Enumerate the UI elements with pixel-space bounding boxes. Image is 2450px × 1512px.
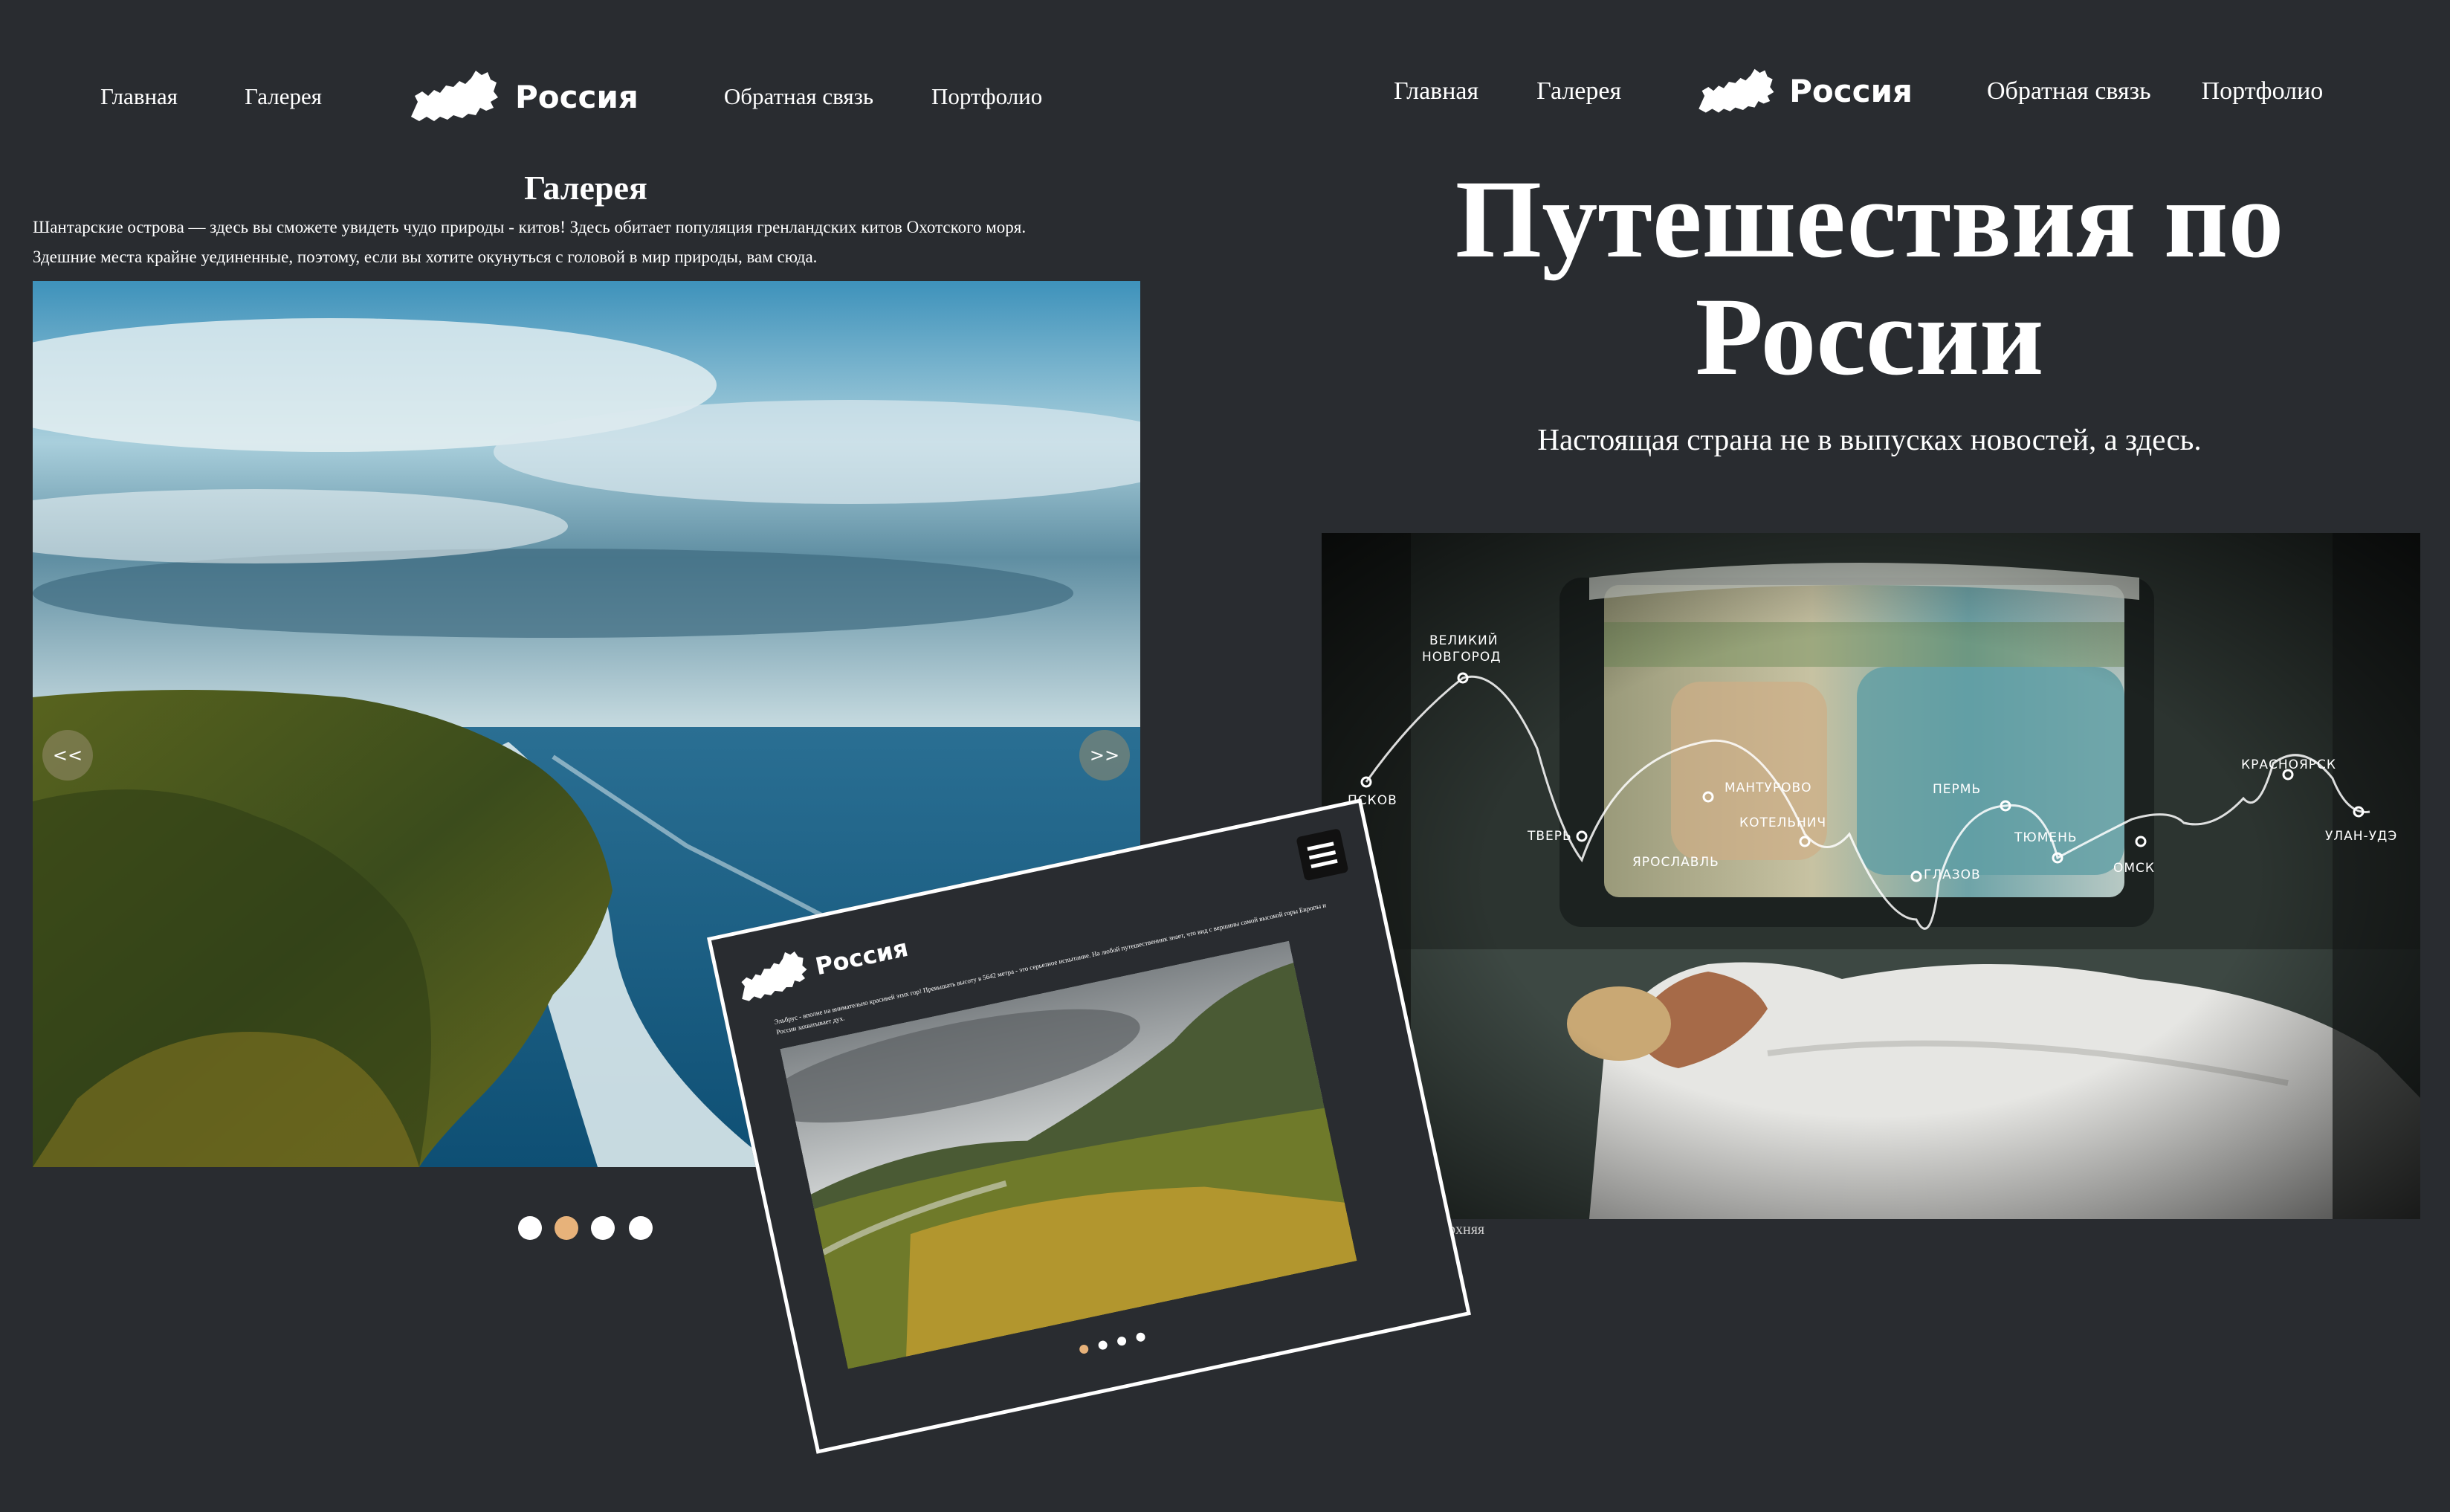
route-city-tyumen: ТЮМЕНЬ: [2014, 830, 2078, 845]
slider-dot-2-active[interactable]: [555, 1216, 578, 1240]
brand-name: Россия: [1789, 73, 1913, 109]
route-city-krasnoyarsk: КРАСНОЯРСК: [2241, 757, 2336, 772]
hero-title-line1: Путешествия по: [1455, 158, 2284, 281]
mobile-slider-dot-4[interactable]: [1135, 1331, 1146, 1343]
route-city-manturovo: МАНТУРОВО: [1725, 781, 1812, 795]
hero-subtitle: Настоящая страна не в выпусках новостей,…: [1537, 422, 2202, 456]
slider-dot-3[interactable]: [591, 1216, 615, 1240]
slider-dot-4[interactable]: [629, 1216, 653, 1240]
hero-title-line2: России: [1695, 275, 2044, 398]
mobile-slider-dot-1-active[interactable]: [1079, 1343, 1090, 1355]
mobile-slider-dot-3[interactable]: [1116, 1336, 1128, 1347]
route-city-velikiy: ВЕЛИКИЙ: [1429, 632, 1498, 648]
route-city-tver: ТВЕРЬ: [1527, 829, 1572, 844]
route-city-perm: ПЕРМЬ: [1933, 782, 1981, 797]
route-city-omsk: ОМСК: [2113, 861, 2155, 876]
nav-portfolio-link[interactable]: Портфолио: [931, 83, 1042, 110]
left-nav-bar: Главная Галерея Россия Обратная связь По…: [100, 71, 1042, 121]
route-city-yaroslavl: ЯРОСЛАВЛЬ: [1632, 855, 1719, 870]
brand-logo[interactable]: Россия: [1696, 62, 1913, 121]
route-city-ulan-ude: УЛАН-УДЭ: [2325, 829, 2397, 844]
gallery-description-line2: Здешние места крайне уединенные, поэтому…: [33, 248, 818, 266]
russia-map-icon: [1698, 68, 1774, 113]
russia-map-icon: [411, 71, 499, 121]
route-city-glazov: ГЛАЗОВ: [1924, 868, 1981, 882]
right-nav-bar: Главная Галерея Россия Обратная связь По…: [1394, 68, 2324, 113]
nav-gallery-link[interactable]: Галерея: [1536, 77, 1621, 106]
nav-home-link[interactable]: Главная: [100, 83, 178, 110]
hero-photo: ПСКОВ ВЕЛИКИЙ НОВГОРОД ТВЕРЬ ЯРОСЛАВЛЬ М…: [1322, 533, 2420, 1219]
gallery-next-button[interactable]: >>: [1079, 730, 1130, 781]
nav-feedback-link[interactable]: Обратная связь: [724, 83, 873, 110]
gallery-prev-button[interactable]: <<: [42, 730, 93, 781]
nav-feedback-link[interactable]: Обратная связь: [1987, 77, 2151, 106]
nav-home-link[interactable]: Главная: [1394, 77, 1478, 106]
route-city-novgorod: НОВГОРОД: [1422, 650, 1502, 665]
gallery-title: Галерея: [524, 169, 647, 207]
brand-logo[interactable]: Россия: [407, 63, 639, 130]
mobile-slider-dot-2[interactable]: [1097, 1340, 1108, 1351]
gallery-description-line1: Шантарские острова — здесь вы сможете ув…: [33, 218, 1027, 236]
slider-dot-1[interactable]: [518, 1216, 542, 1240]
route-city-kotelnich: КОТЕЛЬНИЧ: [1739, 815, 1826, 830]
nav-portfolio-link[interactable]: Портфолио: [2202, 77, 2324, 106]
nav-gallery-link[interactable]: Галерея: [245, 83, 322, 110]
mobile-brand-name: Россия: [812, 933, 911, 981]
brand-name: Россия: [515, 78, 639, 115]
russia-map-icon: [741, 951, 807, 1001]
hamburger-menu-icon[interactable]: [1296, 828, 1349, 882]
